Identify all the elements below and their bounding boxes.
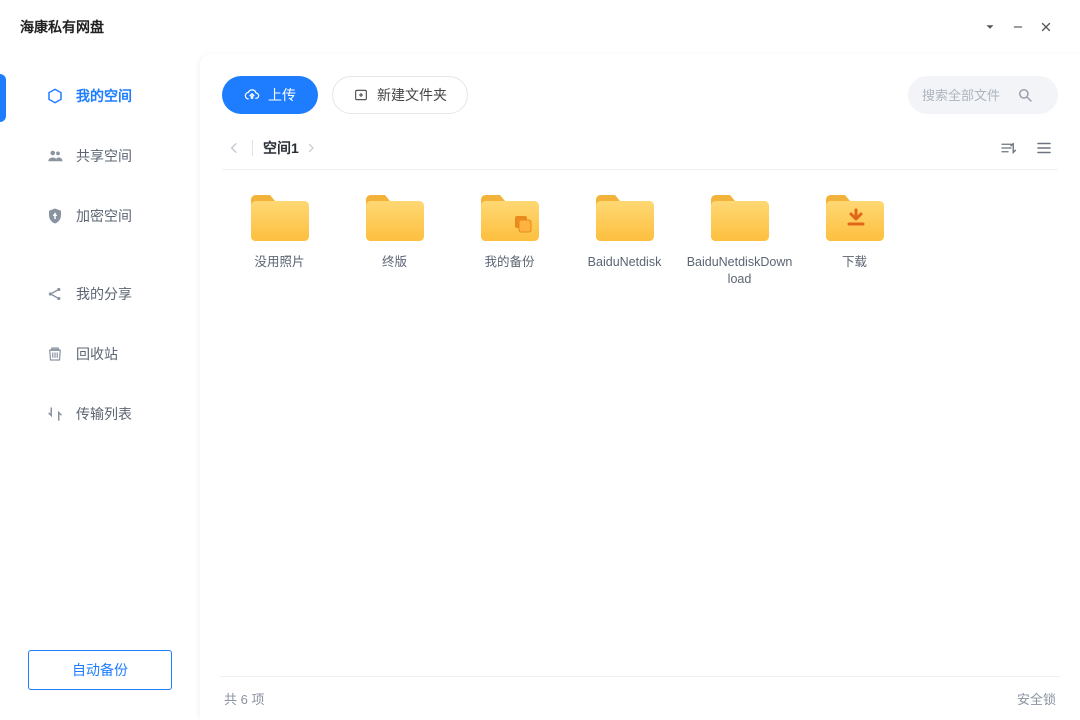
file-name: BaiduNetdisk — [588, 254, 662, 271]
status-bar: 共 6 项 安全锁 — [220, 676, 1060, 720]
folder-icon — [477, 188, 543, 244]
sidebar-item-my-shares[interactable]: 我的分享 — [0, 270, 200, 318]
file-item[interactable]: 终版 — [337, 188, 452, 288]
file-item[interactable]: 没用照片 — [222, 188, 337, 288]
close-button[interactable] — [1032, 13, 1060, 41]
file-item[interactable]: 我的备份 — [452, 188, 567, 288]
breadcrumb-label: 空间1 — [263, 138, 299, 158]
chevron-right-icon — [305, 142, 317, 154]
sidebar-item-label: 传输列表 — [76, 404, 132, 424]
file-grid: 没用照片 终版 我的备份 BaiduNetdisk BaiduNetdiskDownlo… — [222, 170, 1058, 676]
breadcrumb-bar: 空间1 — [222, 126, 1058, 170]
new-folder-button[interactable]: 新建文件夹 — [332, 76, 468, 114]
sidebar-item-label: 加密空间 — [76, 206, 132, 226]
dropdown-button[interactable] — [976, 13, 1004, 41]
file-name: 下载 — [842, 254, 867, 271]
folder-icon — [247, 188, 313, 244]
item-count: 共 6 项 — [224, 689, 264, 708]
breadcrumb-back[interactable] — [222, 136, 246, 160]
search-icon — [1016, 86, 1034, 104]
sidebar-item-label: 回收站 — [76, 344, 118, 364]
folder-icon — [592, 188, 658, 244]
breadcrumb-current[interactable]: 空间1 — [263, 138, 317, 158]
sidebar-item-my-space[interactable]: 我的空间 — [16, 72, 200, 120]
sidebar-active-indicator — [0, 74, 6, 122]
chevron-down-icon — [983, 20, 997, 34]
new-folder-icon — [353, 87, 369, 103]
minimize-icon — [1011, 20, 1025, 34]
auto-backup-button[interactable]: 自动备份 — [28, 650, 172, 690]
content-panel: 上传 新建文件夹 空间1 — [200, 54, 1080, 720]
toolbar: 上传 新建文件夹 — [222, 68, 1058, 122]
file-item[interactable]: 下载 — [797, 188, 912, 288]
file-item[interactable]: BaiduNetdisk — [567, 188, 682, 288]
sidebar-item-transfer-list[interactable]: 传输列表 — [0, 390, 200, 438]
file-item[interactable]: BaiduNetdiskDownload — [682, 188, 797, 288]
trash-icon — [46, 345, 64, 363]
sidebar-item-label: 共享空间 — [76, 146, 132, 166]
sidebar-item-label: 我的分享 — [76, 284, 132, 304]
sidebar: 我的空间 共享空间 加密空间 我的分享 回收站 传输列表 自动备份 — [0, 54, 200, 720]
sidebar-item-label: 我的空间 — [76, 86, 132, 106]
search-input[interactable] — [922, 88, 1008, 103]
transfer-icon — [46, 405, 64, 423]
file-name: 我的备份 — [484, 254, 534, 271]
file-name: 没用照片 — [254, 254, 304, 271]
auto-backup-label: 自动备份 — [72, 660, 128, 680]
share-icon — [46, 285, 64, 303]
sort-button[interactable] — [994, 134, 1022, 162]
folder-icon — [362, 188, 428, 244]
view-list-button[interactable] — [1030, 134, 1058, 162]
breadcrumb-divider — [252, 140, 253, 156]
people-icon — [46, 147, 64, 165]
list-icon — [1035, 139, 1053, 157]
shield-icon — [46, 207, 64, 225]
upload-label: 上传 — [268, 85, 296, 105]
minimize-button[interactable] — [1004, 13, 1032, 41]
file-name: BaiduNetdiskDownload — [686, 254, 794, 288]
file-name: 终版 — [382, 254, 407, 271]
upload-button[interactable]: 上传 — [222, 76, 318, 114]
security-lock[interactable]: 安全锁 — [1017, 689, 1056, 708]
sidebar-item-recycle-bin[interactable]: 回收站 — [0, 330, 200, 378]
close-icon — [1039, 20, 1053, 34]
sort-icon — [999, 139, 1017, 157]
titlebar: 海康私有网盘 — [0, 0, 1080, 54]
chevron-left-icon — [227, 141, 241, 155]
cloud-upload-icon — [244, 87, 260, 103]
search-box[interactable] — [908, 76, 1058, 114]
stack-badge-icon — [511, 212, 535, 236]
new-folder-label: 新建文件夹 — [377, 85, 447, 105]
sidebar-item-encrypted-space[interactable]: 加密空间 — [0, 192, 200, 240]
folder-icon — [822, 188, 888, 244]
download-badge-icon — [844, 206, 868, 230]
window-title: 海康私有网盘 — [20, 17, 104, 37]
box-icon — [46, 87, 64, 105]
folder-icon — [707, 188, 773, 244]
sidebar-item-shared-space[interactable]: 共享空间 — [0, 132, 200, 180]
